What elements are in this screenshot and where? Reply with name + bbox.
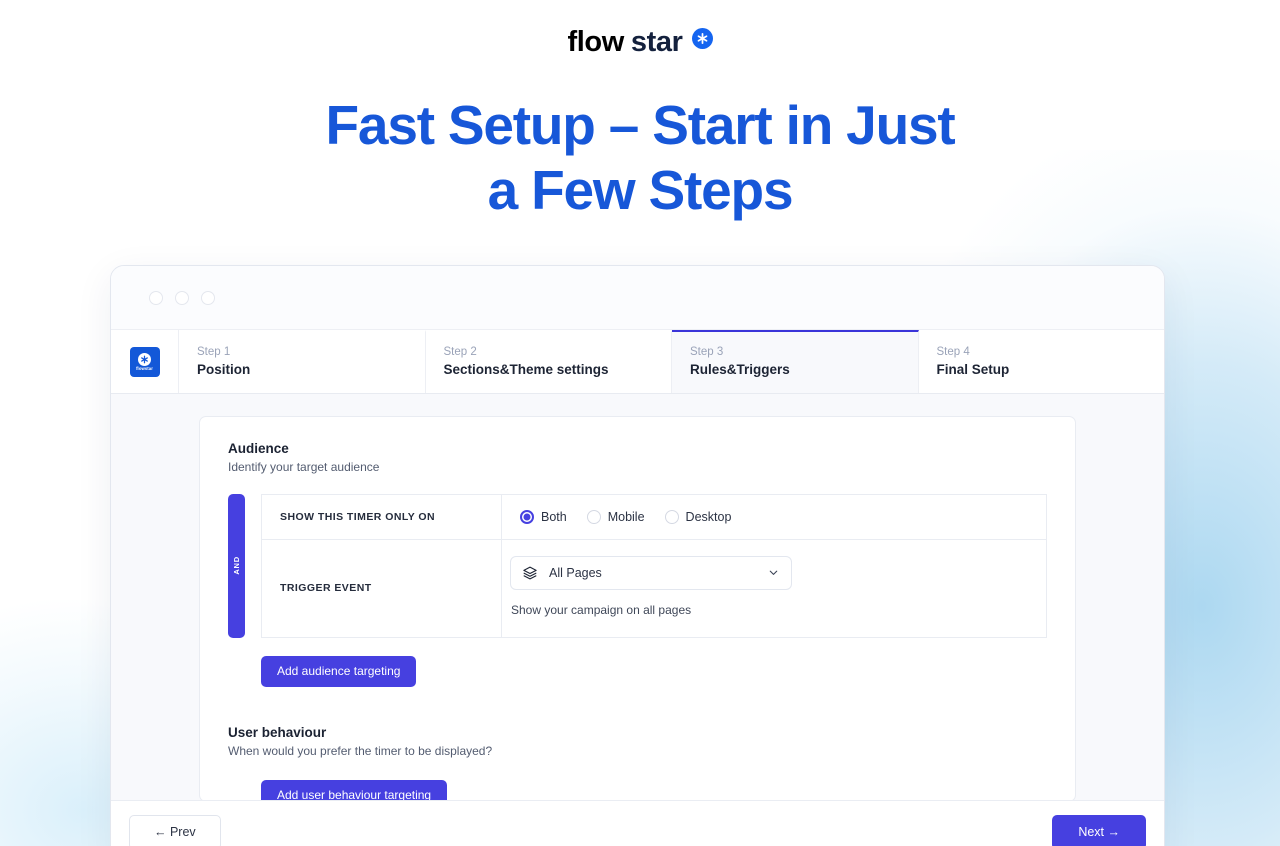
page-header: flow star Fast Setup – Start in Just a Fe… (0, 0, 1280, 224)
brand-logo: flow star (568, 28, 713, 57)
rule-value: All Pages Show your campaign on all page… (502, 540, 1046, 637)
rule-row-trigger-event: TRIGGER EVENT All Pages Show your campai… (261, 539, 1047, 638)
logo-tile-word: flowstar (136, 366, 153, 372)
brand-name-star: star (630, 26, 683, 58)
radio-label: Mobile (607, 509, 645, 524)
wizard-stepper: flowstar Step 1 Position Step 2 Sections… (111, 330, 1164, 394)
audience-rule-group: AND SHOW THIS TIMER ONLY ON Both Mobile … (228, 493, 1047, 638)
brand-name-flow: flow (567, 26, 625, 58)
behaviour-title: User behaviour (228, 724, 327, 740)
next-button[interactable]: Next → (1052, 814, 1146, 846)
rule-label: TRIGGER EVENT (262, 539, 502, 637)
audience-title: Audience (228, 441, 289, 456)
rule-row-device: SHOW THIS TIMER ONLY ON Both Mobile Desk… (261, 493, 1047, 540)
asterisk-icon (138, 353, 151, 367)
trigger-event-value: All Pages (549, 565, 602, 580)
window-dot-minimize[interactable] (175, 290, 189, 305)
radio-indicator-icon (520, 509, 534, 524)
add-audience-targeting-button[interactable]: Add audience targeting (261, 655, 417, 687)
headline-line-2: a Few Steps (487, 159, 794, 222)
window-dot-close[interactable] (149, 290, 163, 305)
behaviour-subtitle: When would you prefer the timer to be di… (228, 744, 493, 759)
wizard-footer: ← Prev Next → (111, 800, 1164, 846)
step-title: Sections&Theme settings (443, 361, 609, 377)
and-label: AND (232, 556, 241, 576)
radio-label: Desktop (685, 509, 732, 524)
step-number: Step 1 (197, 346, 231, 359)
wizard-body: Audience Identify your target audience A… (111, 394, 1164, 811)
trigger-event-help-text: Show your campaign on all pages (511, 602, 692, 617)
wizard-step-2[interactable]: Step 2 Sections&Theme settings (425, 330, 672, 393)
radio-indicator-icon (664, 509, 679, 524)
prev-button[interactable]: ← Prev (129, 814, 221, 846)
radio-label: Both (541, 509, 567, 524)
step-number: Step 4 (936, 346, 970, 359)
user-behaviour-section: User behaviour When would you prefer the… (228, 725, 1047, 811)
step-title: Position (197, 361, 251, 377)
rule-value: Both Mobile Desktop (502, 495, 1046, 539)
wizard-step-4[interactable]: Step 4 Final Setup (918, 330, 1164, 393)
and-connector-rail: AND (228, 493, 245, 638)
device-radio-group: Both Mobile Desktop (520, 509, 732, 524)
browser-window-mock: flowstar Step 1 Position Step 2 Sections… (110, 265, 1165, 846)
settings-panel: Audience Identify your target audience A… (199, 416, 1076, 811)
app-logo-cell: flowstar (111, 330, 179, 393)
page-title: Fast Setup – Start in Just a Few Steps (240, 93, 1040, 224)
audience-rule-list: SHOW THIS TIMER ONLY ON Both Mobile Desk… (261, 493, 1047, 638)
layers-icon (522, 565, 538, 581)
asterisk-icon (691, 28, 713, 49)
step-title: Rules&Triggers (690, 361, 790, 377)
radio-option-desktop[interactable]: Desktop (664, 509, 732, 524)
step-title: Final Setup (936, 361, 1010, 377)
radio-option-both[interactable]: Both (520, 509, 567, 524)
wizard-step-1[interactable]: Step 1 Position (179, 330, 426, 393)
step-number: Step 2 (443, 346, 477, 359)
add-audience-targeting-wrap: Add audience targeting (261, 655, 1047, 687)
step-number: Step 3 (690, 346, 724, 359)
flowstar-logo-tile: flowstar (129, 346, 160, 377)
browser-chrome (111, 266, 1164, 330)
radio-indicator-icon (586, 509, 601, 524)
window-controls (149, 290, 215, 305)
headline-line-1: Fast Setup – Start in Just (325, 94, 956, 156)
window-dot-maximize[interactable] (201, 290, 215, 305)
rule-label: SHOW THIS TIMER ONLY ON (262, 494, 502, 539)
audience-section: Audience Identify your target audience A… (228, 441, 1047, 687)
chevron-down-icon (767, 566, 780, 579)
radio-option-mobile[interactable]: Mobile (586, 509, 645, 524)
trigger-event-select[interactable]: All Pages (510, 555, 792, 590)
audience-subtitle: Identify your target audience (228, 460, 380, 475)
wizard-step-3[interactable]: Step 3 Rules&Triggers (672, 330, 919, 393)
